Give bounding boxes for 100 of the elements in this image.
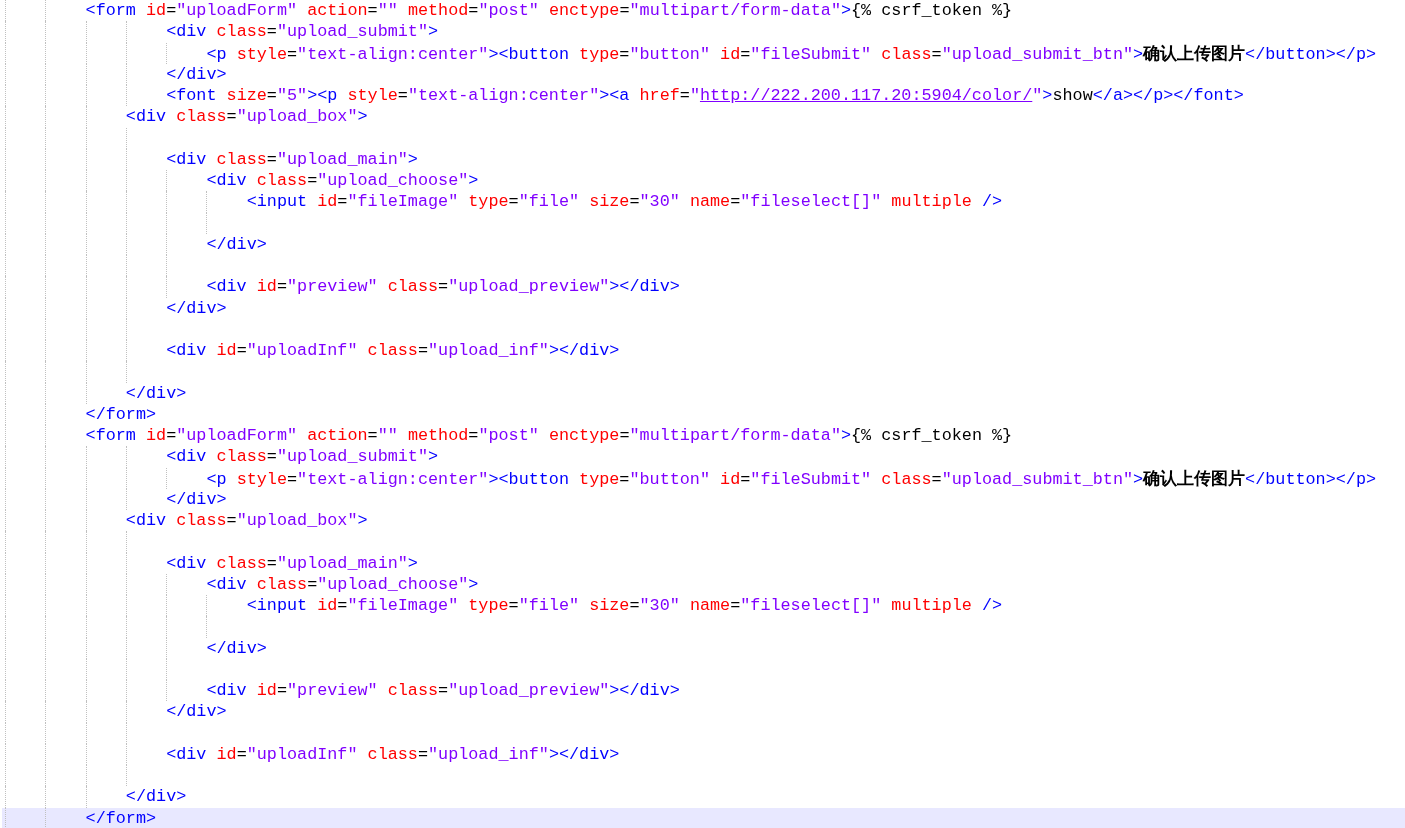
html-tag: </form> — [85, 404, 157, 424]
attribute-value: "file" — [518, 192, 580, 212]
attribute-value: "upload_main" — [276, 553, 408, 573]
html-tag: <div — [166, 553, 207, 573]
equals-sign: = — [438, 277, 449, 297]
attribute-name: enctype — [547, 1, 620, 20]
equals-sign: = — [337, 192, 348, 212]
attribute-name: type — [578, 44, 620, 64]
code-text: {% csrf_token %} — [851, 1, 1013, 20]
equals-sign: = — [730, 192, 741, 212]
equals-sign: = — [266, 447, 277, 467]
attribute-name: class — [215, 447, 267, 467]
attribute-value: "button" — [629, 44, 710, 64]
html-tag: <input — [246, 192, 308, 212]
equals-sign: = — [266, 553, 277, 573]
equals-sign: = — [287, 469, 298, 489]
html-tag: </div> — [125, 787, 187, 807]
equals-sign: = — [307, 171, 318, 190]
equals-sign: = — [931, 44, 942, 64]
html-tag: </div> — [166, 702, 227, 722]
attribute-name: id — [719, 469, 741, 489]
attribute-value: "fileSubmit" — [750, 44, 872, 64]
equals-sign: = — [619, 1, 630, 20]
attribute-name: action — [306, 1, 368, 20]
attribute-value: "fileSubmit" — [750, 469, 872, 489]
attribute-name: class — [366, 744, 418, 764]
attribute-name: class — [215, 149, 267, 169]
attribute-name: id — [316, 596, 338, 615]
attribute-name: name — [688, 192, 731, 212]
html-tag: > — [407, 149, 418, 169]
equals-sign: = — [266, 149, 277, 169]
attribute-name: method — [406, 1, 469, 20]
code-text: 确认上传图片 — [1143, 42, 1246, 63]
equals-sign: = — [619, 426, 630, 445]
attribute-value: "file" — [518, 596, 580, 615]
equals-sign: = — [730, 596, 741, 615]
equals-sign: = — [226, 511, 237, 530]
attribute-name: id — [145, 1, 167, 20]
attribute-name: id — [255, 277, 277, 297]
html-tag: <div — [166, 22, 207, 42]
code-text: 确认上传图片 — [1143, 467, 1246, 488]
attribute-value: "upload_submit" — [276, 447, 428, 467]
html-tag: ><button — [488, 469, 569, 489]
attribute-value: "preview" — [287, 277, 378, 297]
equals-sign: = — [931, 469, 942, 489]
html-tag: > — [428, 447, 439, 467]
equals-sign: = — [287, 44, 298, 64]
html-tag: </div> — [125, 383, 187, 403]
html-tag: <div — [125, 511, 167, 530]
equals-sign: = — [236, 341, 247, 360]
attribute-name: type — [578, 469, 620, 489]
attribute-name: href — [638, 86, 680, 105]
html-tag: > — [428, 22, 439, 42]
attribute-value: " — [1032, 86, 1043, 105]
equals-sign: = — [236, 744, 247, 764]
html-tag: <div — [206, 574, 247, 594]
attribute-value: "multipart/form-data" — [629, 426, 841, 445]
attribute-value: "upload_main" — [276, 149, 408, 169]
equals-sign: = — [417, 341, 428, 360]
html-tag: <p — [206, 44, 227, 64]
equals-sign: = — [166, 1, 177, 20]
attribute-value: "text-align:center" — [297, 44, 489, 64]
html-tag: <div — [166, 744, 207, 764]
equals-sign: = — [679, 86, 690, 105]
attribute-value: "button" — [629, 469, 710, 489]
attribute-name: id — [719, 44, 741, 64]
html-tag: <div — [206, 681, 247, 700]
attribute-value: " — [689, 86, 700, 105]
equals-sign: = — [508, 596, 519, 615]
attribute-value: "fileselect[]" — [740, 192, 882, 212]
attribute-value: "5" — [276, 86, 308, 105]
equals-sign: = — [417, 744, 428, 764]
attribute-name: size — [588, 596, 630, 615]
html-tag: > — [840, 426, 852, 445]
attribute-value: "upload_submit_btn" — [941, 44, 1134, 64]
attribute-name: id — [145, 426, 167, 445]
attribute-value: "fileImage" — [347, 192, 459, 212]
equals-sign: = — [337, 596, 348, 615]
attribute-value: "upload_choose" — [317, 171, 469, 190]
html-tag: </div> — [166, 298, 227, 318]
equals-sign: = — [740, 44, 751, 64]
attribute-name: type — [467, 596, 509, 615]
equals-sign: = — [629, 596, 640, 615]
attribute-name: action — [306, 426, 368, 445]
url-link[interactable]: http://222.200.117.20:5904/color/ — [699, 86, 1033, 105]
html-tag: <div — [166, 341, 207, 360]
attribute-name: class — [880, 44, 932, 64]
html-tag: > — [357, 511, 368, 530]
html-tag: </a></p></font> — [1092, 86, 1244, 105]
attribute-name: multiple — [890, 596, 972, 615]
attribute-name: style — [346, 86, 398, 105]
attribute-name: multiple — [890, 192, 972, 212]
html-tag: <input — [246, 596, 308, 615]
attribute-name: id — [316, 192, 338, 212]
equals-sign: = — [468, 426, 479, 445]
equals-sign: = — [508, 192, 519, 212]
attribute-value: "text-align:center" — [407, 86, 600, 105]
attribute-value: "upload_box" — [236, 511, 358, 530]
html-tag: ><button — [488, 44, 569, 64]
attribute-value: "upload_submit" — [276, 22, 428, 42]
